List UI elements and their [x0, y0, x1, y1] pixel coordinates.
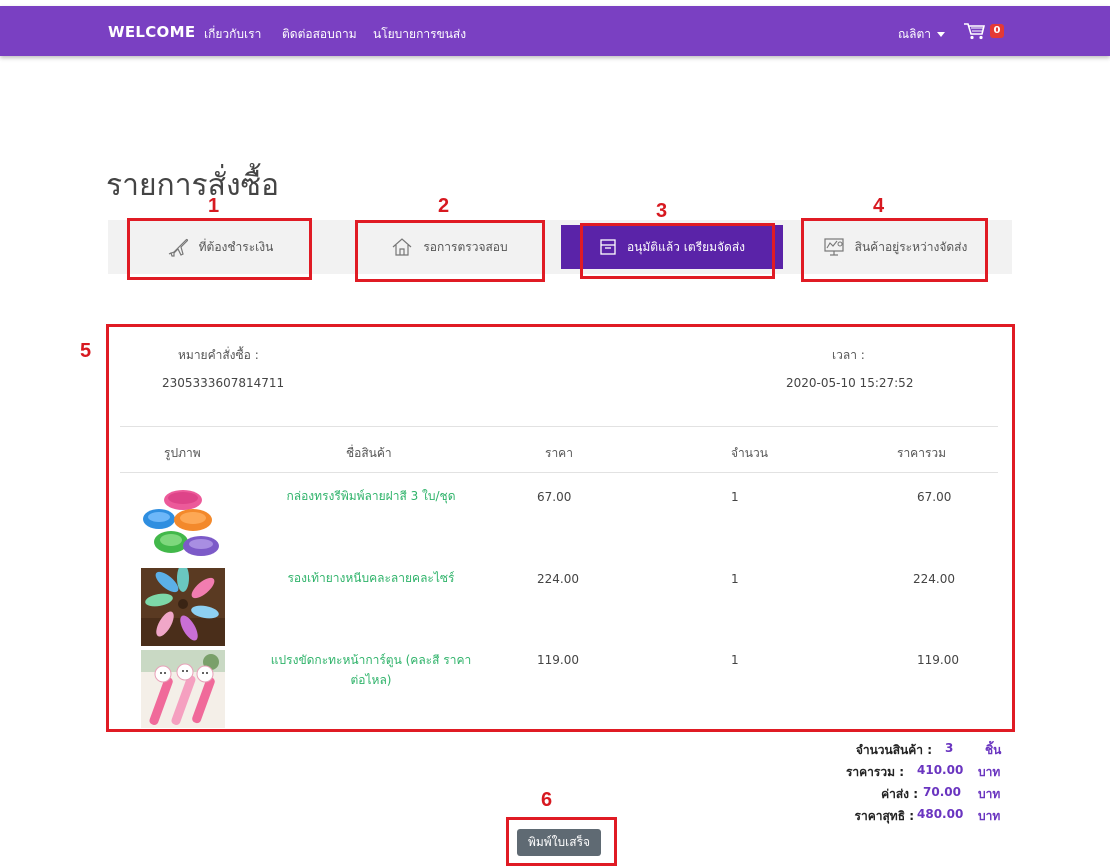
- brand-logo[interactable]: WELCOME: [108, 23, 195, 41]
- annotation-number-2: 2: [438, 195, 450, 217]
- divider: [120, 426, 998, 427]
- cart-count-badge: 0: [990, 24, 1004, 38]
- annotation-box-3: [580, 223, 775, 279]
- order-number: 2305333607814711: [162, 376, 285, 390]
- product-total: 67.00: [917, 490, 952, 504]
- product-price: 67.00: [537, 490, 572, 504]
- summary-shipping-label: ค่าส่ง :: [881, 787, 918, 801]
- nav-link-about[interactable]: เกี่ยวกับเรา: [204, 25, 261, 44]
- column-header-product-name: ชื่อสินค้า: [346, 446, 392, 460]
- summary-grand-total-currency: บาท: [978, 809, 1001, 823]
- product-image[interactable]: [141, 568, 225, 646]
- annotation-number-4: 4: [873, 195, 885, 217]
- column-header-price: ราคา: [545, 446, 573, 460]
- product-total: 119.00: [917, 653, 959, 667]
- caret-down-icon: [937, 32, 946, 37]
- product-image[interactable]: [141, 486, 225, 564]
- product-image[interactable]: [141, 650, 225, 728]
- nav-link-shipping-policy[interactable]: นโยบายการขนส่ง: [373, 25, 466, 44]
- product-price: 224.00: [537, 572, 579, 586]
- order-time: 2020-05-10 15:27:52: [786, 376, 914, 390]
- user-menu[interactable]: ณลิตา: [898, 25, 946, 44]
- column-header-image: รูปภาพ: [164, 446, 201, 460]
- product-name-link[interactable]: รองเท้ายางหนีบคละลายคละไซร์: [268, 568, 474, 588]
- summary-grand-total-value: 480.00: [917, 807, 964, 821]
- product-quantity: 1: [731, 490, 739, 504]
- product-quantity: 1: [731, 653, 739, 667]
- product-price: 119.00: [537, 653, 579, 667]
- summary-subtotal-currency: บาท: [978, 765, 1001, 779]
- annotation-box-4: [801, 218, 988, 282]
- summary-subtotal-label: ราคารวม :: [845, 765, 904, 779]
- divider: [120, 472, 998, 473]
- top-navbar: WELCOME เกี่ยวกับเรา ติดต่อสอบถาม นโยบาย…: [0, 6, 1110, 56]
- summary-shipping-currency: บาท: [978, 787, 1001, 801]
- annotation-box-2: [355, 220, 545, 282]
- annotation-number-1: 1: [208, 195, 220, 217]
- product-name-link[interactable]: กล่องทรงรีพิมพ์ลายฝาสี 3 ใบ/ชุด: [268, 486, 474, 506]
- order-time-label: เวลา :: [832, 348, 865, 362]
- annotation-number-5: 5: [80, 340, 92, 362]
- summary-subtotal-value: 410.00: [917, 763, 964, 777]
- page-title: รายการสั่งซื้อ: [106, 168, 279, 203]
- product-name-link[interactable]: แปรงขัดกะทะหน้าการ์ตูน (คละสี ราคาต่อไหล…: [266, 650, 476, 690]
- annotation-number-3: 3: [656, 200, 668, 222]
- product-quantity: 1: [731, 572, 739, 586]
- annotation-number-6: 6: [541, 789, 553, 811]
- column-header-total: ราคารวม: [897, 446, 947, 460]
- column-header-quantity: จำนวน: [731, 446, 768, 460]
- cart-icon[interactable]: [963, 22, 985, 40]
- print-receipt-button[interactable]: พิมพ์ใบเสร็จ: [517, 829, 601, 856]
- summary-shipping-value: 70.00: [923, 785, 961, 799]
- order-number-label: หมายคำสั่งซื้อ :: [178, 348, 259, 362]
- nav-link-contact[interactable]: ติดต่อสอบถาม: [282, 25, 357, 44]
- user-name: ณลิตา: [898, 27, 932, 41]
- summary-quantity-value: 3: [945, 741, 954, 755]
- summary-quantity-unit: ชิ้น: [985, 743, 1002, 757]
- annotation-box-1: [127, 218, 312, 280]
- summary-quantity-label: จำนวนสินค้า :: [855, 743, 932, 757]
- product-total: 224.00: [913, 572, 955, 586]
- summary-grand-total-label: ราคาสุทธิ :: [854, 809, 914, 823]
